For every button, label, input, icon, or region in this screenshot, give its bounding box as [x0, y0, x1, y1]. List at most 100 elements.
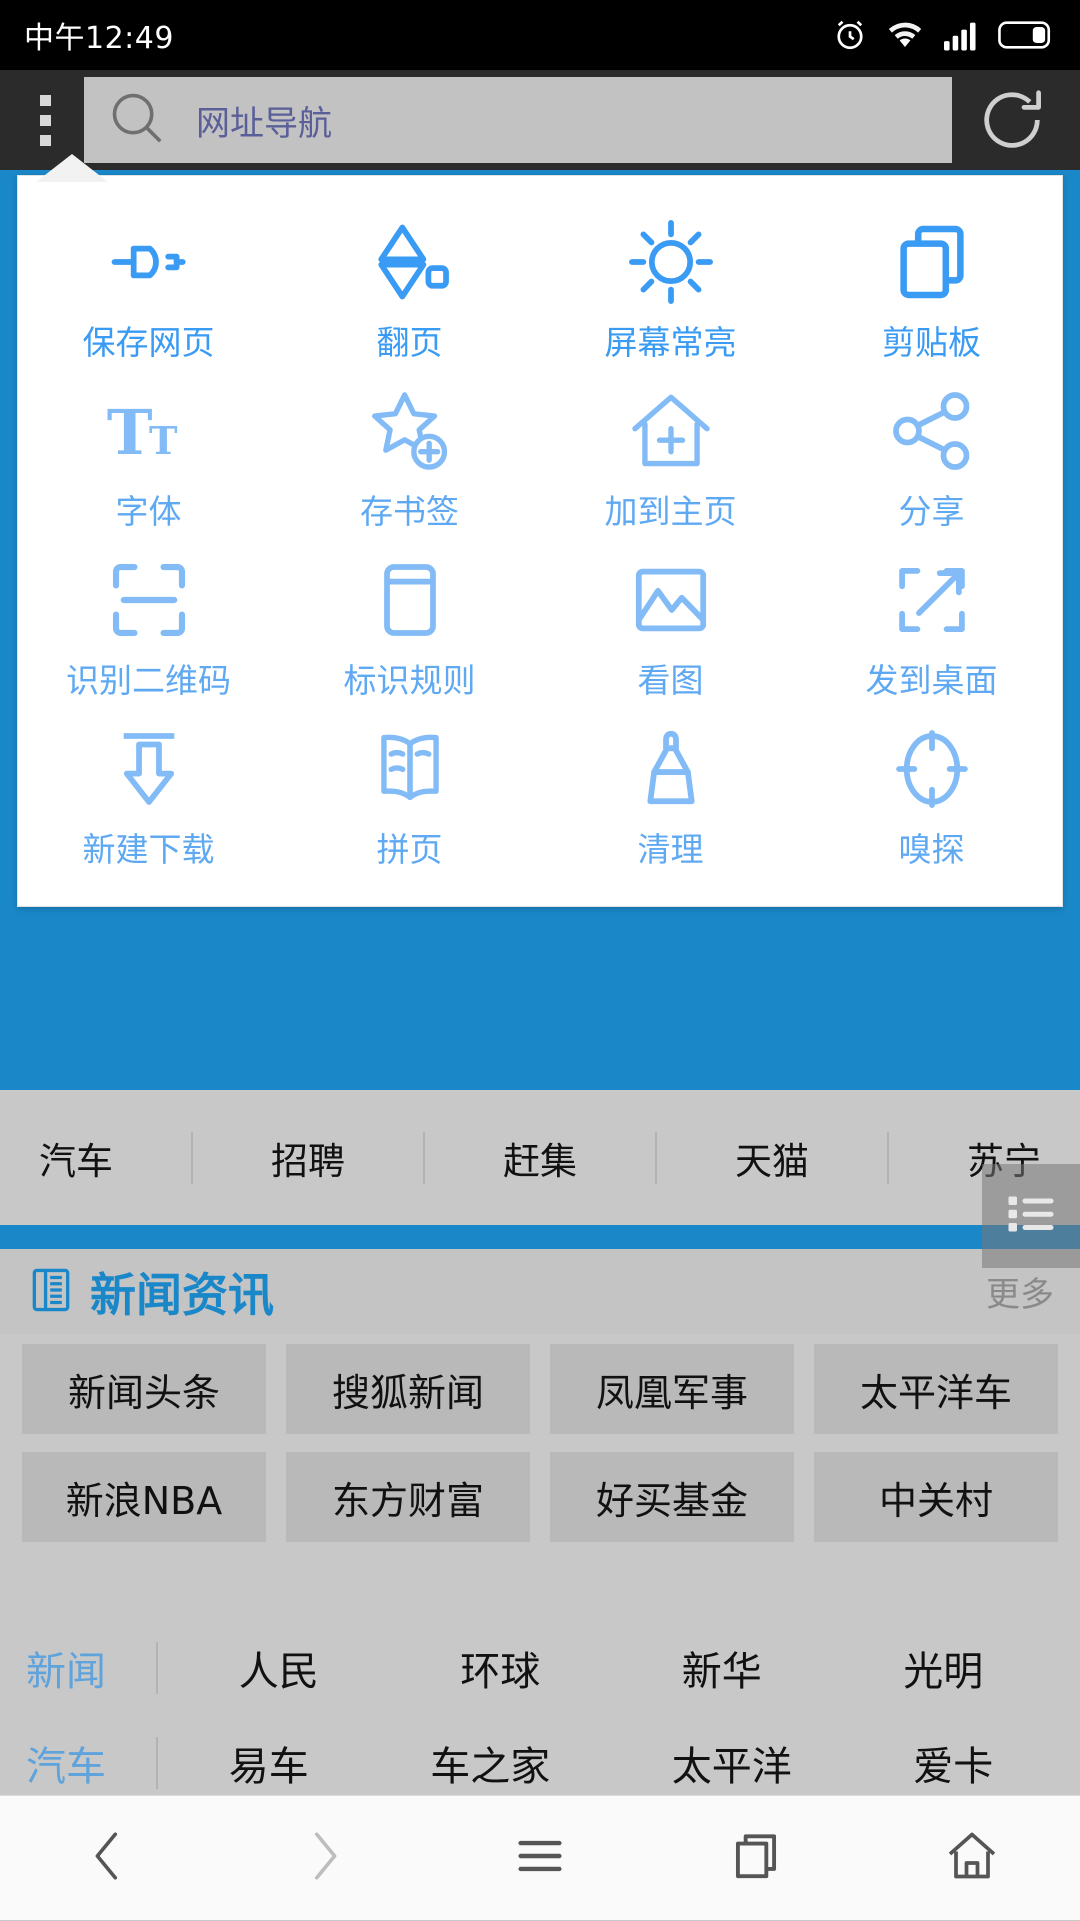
menu-row: 识别二维码 标识规则 看图 发到桌面: [18, 538, 1062, 707]
shortcut-link[interactable]: 赶集: [503, 1131, 577, 1185]
download-arrow-icon: [103, 723, 195, 815]
forward-button[interactable]: [234, 1796, 414, 1921]
menu-item-add-bookmark[interactable]: 存书签: [279, 369, 540, 538]
menu-item-save-page[interactable]: 保存网页: [18, 200, 279, 369]
search-input[interactable]: 网址导航: [84, 77, 952, 163]
menu-item-page-flip[interactable]: 翻页: [279, 200, 540, 369]
card-icon: [364, 554, 456, 646]
menu-item-label: 存书签: [360, 492, 459, 531]
menu-item-clean[interactable]: 清理: [540, 707, 801, 876]
category-link[interactable]: 车之家: [430, 1734, 550, 1792]
menu-row: 保存网页 翻页 屏幕常亮 剪贴板: [18, 200, 1062, 369]
menu-item-view-image[interactable]: 看图: [540, 538, 801, 707]
menu-item-label: 新建下载: [82, 830, 215, 869]
menu-item-share[interactable]: 分享: [801, 369, 1062, 538]
category-link-rows: 新闻 人民 环球 新华 光明 汽车 易车 车之家 太平洋 爱卡: [0, 1620, 1080, 1810]
news-tile-row: 新闻头条 搜狐新闻 凤凰军事 太平洋车: [22, 1344, 1058, 1434]
news-tile[interactable]: 好买基金: [550, 1452, 794, 1542]
brush-icon: [625, 723, 717, 815]
back-button[interactable]: [18, 1796, 198, 1921]
divider: [887, 1131, 889, 1184]
menu-item-clipboard[interactable]: 剪贴板: [801, 200, 1062, 369]
svg-text:T: T: [149, 419, 178, 464]
tools-menu-panel: 保存网页 翻页 屏幕常亮 剪贴板 T T 字体 存书签 加到主页 分享 识别二维…: [17, 154, 1063, 907]
menu-item-label: 看图: [637, 661, 704, 700]
news-tile[interactable]: 新闻头条: [22, 1344, 266, 1434]
category-head[interactable]: 汽车: [26, 1734, 156, 1792]
menu-pointer-arrow: [36, 154, 108, 182]
menu-item-label: 发到桌面: [865, 661, 998, 700]
news-tile[interactable]: 凤凰军事: [550, 1344, 794, 1434]
category-link[interactable]: 光明: [903, 1639, 983, 1697]
external-link-icon: [886, 554, 978, 646]
shortcut-links-row: 汽车 招聘 赶集 天猫 苏宁: [0, 1090, 1080, 1225]
floating-list-button[interactable]: [982, 1164, 1080, 1268]
menu-item-label: 屏幕常亮: [604, 323, 737, 362]
divider: [423, 1131, 425, 1184]
news-tile[interactable]: 中关村: [814, 1452, 1058, 1542]
home-plus-icon: [625, 385, 717, 477]
category-links: 人民 环球 新华 光明: [168, 1639, 1054, 1697]
menu-item-new-download[interactable]: 新建下载: [18, 707, 279, 876]
news-book-icon: [26, 1265, 76, 1319]
alarm-icon: [832, 17, 868, 53]
home-icon: [942, 1826, 1002, 1890]
menu-button[interactable]: [450, 1796, 630, 1921]
menu-item-page-merge[interactable]: 拼页: [279, 707, 540, 876]
home-button[interactable]: [882, 1796, 1062, 1921]
wifi-icon: [886, 17, 924, 53]
news-section-header: 新闻资讯 更多: [0, 1249, 1080, 1334]
category-head[interactable]: 新闻: [26, 1639, 156, 1697]
news-tile[interactable]: 东方财富: [286, 1452, 530, 1542]
menu-item-label: 翻页: [376, 323, 443, 362]
plug-icon: [103, 216, 195, 308]
menu-row: T T 字体 存书签 加到主页 分享: [18, 369, 1062, 538]
status-bar: 中午12:49: [0, 0, 1080, 70]
shortcut-link[interactable]: 汽车: [39, 1131, 113, 1185]
share-icon: [886, 385, 978, 477]
list-icon: [1001, 1184, 1061, 1248]
news-tiles-grid: 新闻头条 搜狐新闻 凤凰军事 太平洋车 新浪NBA 东方财富 好买基金 中关村: [0, 1344, 1080, 1542]
divider: [156, 1736, 158, 1789]
divider: [156, 1641, 158, 1694]
menu-item-id-rules[interactable]: 标识规则: [279, 538, 540, 707]
tabs-button[interactable]: [666, 1796, 846, 1921]
star-plus-icon: [364, 385, 456, 477]
sun-icon: [625, 216, 717, 308]
menu-item-label: 嗅探: [898, 830, 965, 869]
category-link[interactable]: 环球: [460, 1639, 540, 1697]
category-link[interactable]: 新华: [682, 1639, 762, 1697]
news-tile[interactable]: 搜狐新闻: [286, 1344, 530, 1434]
menu-item-add-to-home[interactable]: 加到主页: [540, 369, 801, 538]
shortcut-link[interactable]: 天猫: [735, 1131, 809, 1185]
menu-item-label: 剪贴板: [882, 323, 981, 362]
qr-scan-icon: [103, 554, 195, 646]
menu-item-label: 字体: [115, 492, 182, 531]
back-icon: [79, 1827, 137, 1889]
menu-item-label: 清理: [637, 830, 704, 869]
category-link[interactable]: 人民: [239, 1639, 319, 1697]
category-link[interactable]: 太平洋: [672, 1734, 792, 1792]
menu-item-font[interactable]: T T 字体: [18, 369, 279, 538]
category-link[interactable]: 爱卡: [913, 1734, 993, 1792]
shortcut-link[interactable]: 招聘: [271, 1131, 345, 1185]
news-tile[interactable]: 太平洋车: [814, 1344, 1058, 1434]
svg-text:T: T: [106, 397, 152, 469]
crosshair-icon: [886, 723, 978, 815]
section-divider: [0, 1241, 1080, 1249]
news-tile[interactable]: 新浪NBA: [22, 1452, 266, 1542]
menu-item-keep-screen-on[interactable]: 屏幕常亮: [540, 200, 801, 369]
status-time: 中午12:49: [24, 21, 174, 56]
reload-icon[interactable]: [958, 70, 1066, 170]
news-more-link[interactable]: 更多: [986, 1267, 1054, 1316]
category-links: 易车 车之家 太平洋 爱卡: [168, 1734, 1054, 1792]
news-title-group: 新闻资讯: [26, 1259, 274, 1325]
news-title: 新闻资讯: [90, 1267, 274, 1322]
menu-item-send-to-desktop[interactable]: 发到桌面: [801, 538, 1062, 707]
menu-item-sniff[interactable]: 嗅探: [801, 707, 1062, 876]
tabs-icon: [725, 1825, 787, 1891]
search-icon: [106, 87, 168, 153]
category-link[interactable]: 易车: [229, 1734, 309, 1792]
menu-item-scan-qr[interactable]: 识别二维码: [18, 538, 279, 707]
signal-icon: [942, 18, 980, 52]
